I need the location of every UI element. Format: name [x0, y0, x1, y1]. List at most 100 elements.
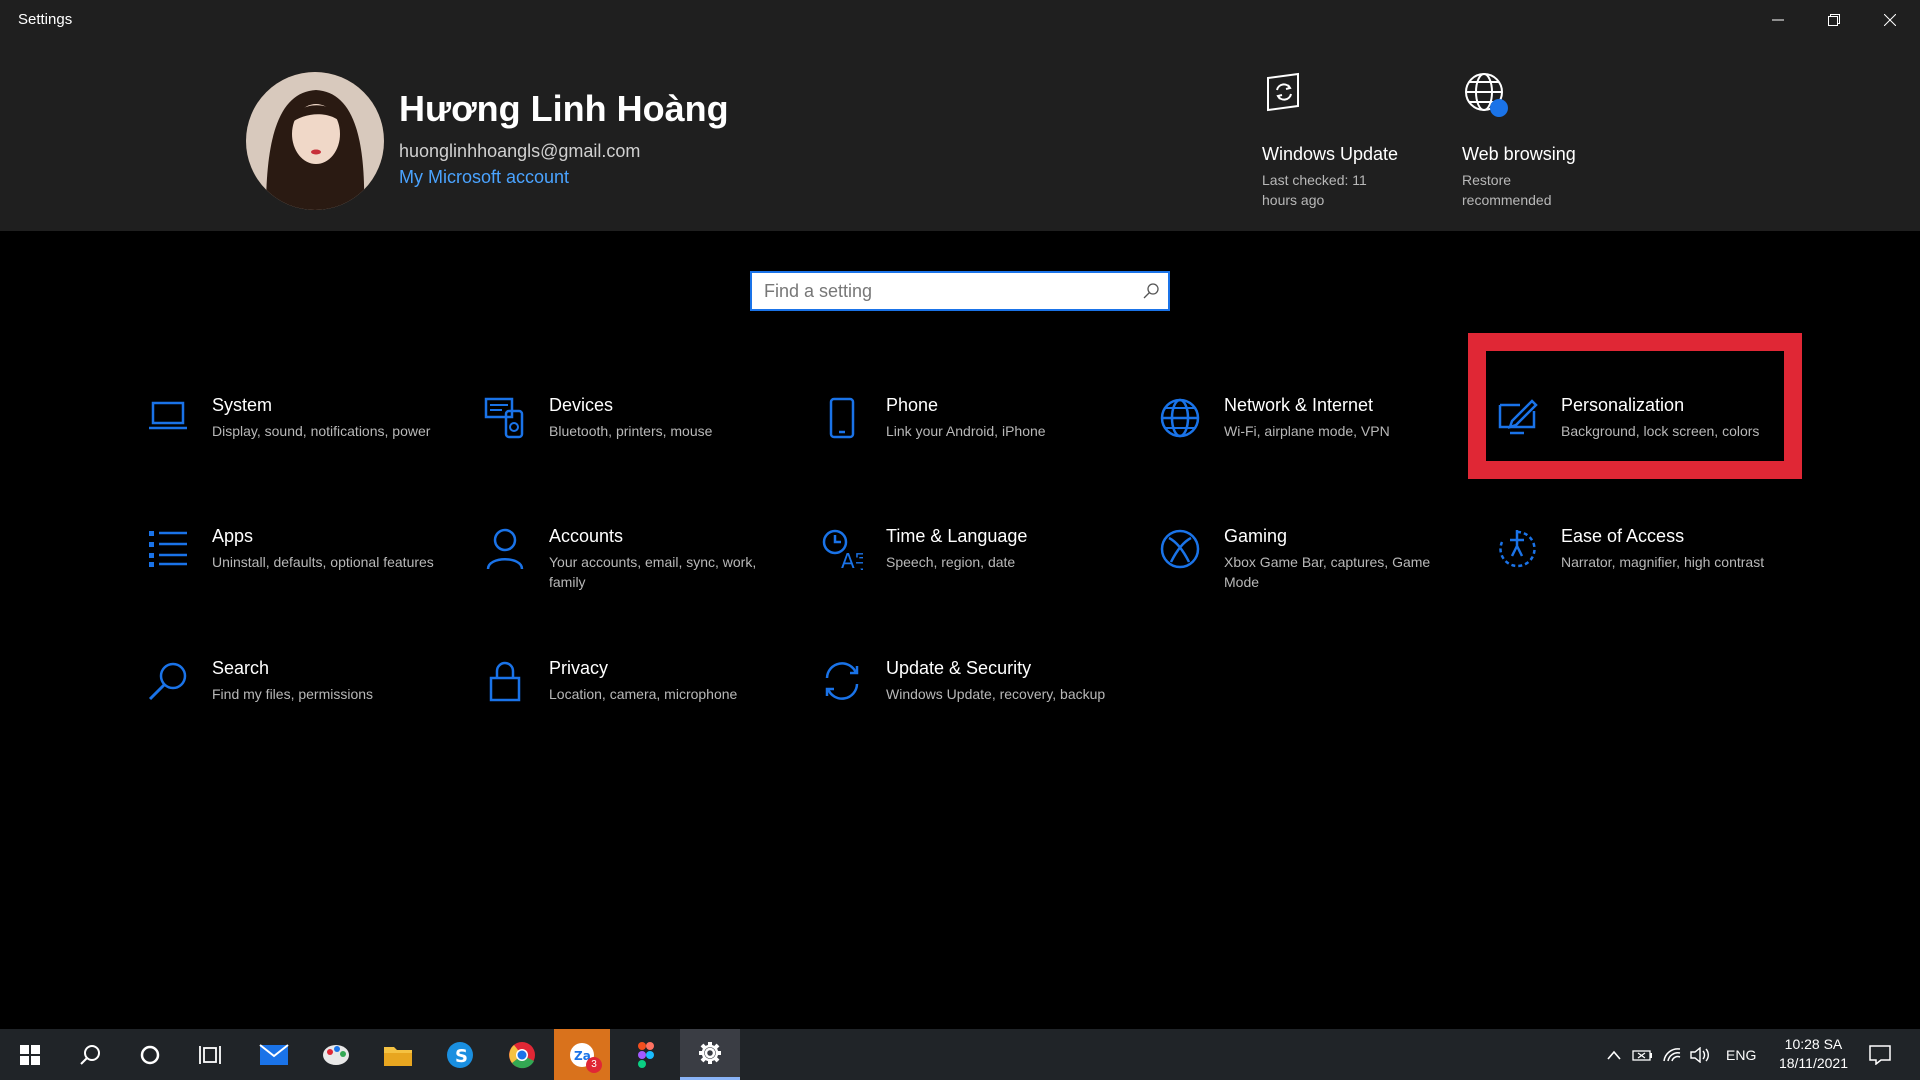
person-icon: [477, 526, 533, 582]
category-apps[interactable]: Apps Uninstall, defaults, optional featu…: [140, 526, 450, 606]
status-title: Web browsing: [1462, 144, 1576, 164]
window-title: Settings: [18, 11, 73, 28]
category-title: Accounts: [549, 526, 624, 546]
category-description: Bluetooth, printers, mouse: [549, 423, 713, 439]
battery-icon[interactable]: [1628, 1048, 1658, 1062]
search-icon: [1142, 282, 1160, 305]
category-network-internet[interactable]: Network & Internet Wi-Fi, airplane mode,…: [1152, 395, 1462, 475]
category-title: Search: [212, 658, 270, 678]
web-browsing-icon: [1465, 73, 1508, 117]
category-description: Display, sound, notifications, power: [212, 423, 431, 439]
close-icon: [1884, 14, 1896, 26]
category-description: Windows Update, recovery, backup: [886, 686, 1106, 702]
category-title: Time & Language: [886, 526, 1028, 546]
task-view-icon[interactable]: [182, 1029, 238, 1080]
category-title: Update & Security: [886, 658, 1032, 678]
wifi-icon[interactable]: [1658, 1047, 1686, 1063]
minimize-button[interactable]: [1750, 0, 1806, 40]
zalo-icon[interactable]: Za 3: [554, 1029, 610, 1080]
status-subtitle: Restore recommended: [1462, 172, 1552, 208]
chevron-up-icon[interactable]: [1600, 1050, 1628, 1060]
devices-icon: [477, 395, 533, 451]
clock-date: 18/11/2021: [1778, 1055, 1848, 1071]
user-email: huonglinhhoangls@gmail.com: [399, 141, 641, 161]
category-gaming[interactable]: Gaming Xbox Game Bar, captures, Game Mod…: [1152, 526, 1462, 606]
web-browsing-status[interactable]: Web browsing Restore recommended: [1462, 70, 1602, 210]
phone-icon: [814, 395, 870, 451]
search-icon: [140, 658, 196, 714]
ease-of-access-icon: [1489, 526, 1545, 582]
chrome-icon[interactable]: [494, 1029, 550, 1080]
title-bar: Settings: [0, 0, 1920, 40]
category-description: Speech, region, date: [886, 554, 1016, 570]
category-accounts[interactable]: Accounts Your accounts, email, sync, wor…: [477, 526, 787, 606]
volume-icon[interactable]: [1686, 1046, 1714, 1063]
sync-icon: [814, 658, 870, 714]
globe-icon: [1152, 395, 1208, 451]
account-header: Hương Linh Hoàng huonglinhhoangls@gmail.…: [0, 40, 1920, 231]
category-update-security[interactable]: Update & Security Windows Update, recove…: [814, 658, 1124, 738]
windows-update-status[interactable]: Windows Update Last checked: 11 hours ag…: [1262, 70, 1402, 210]
settings-gear-icon[interactable]: [680, 1029, 740, 1080]
category-title: Gaming: [1224, 526, 1288, 546]
restore-button[interactable]: [1806, 0, 1862, 40]
category-ease-of-access[interactable]: Ease of Access Narrator, magnifier, high…: [1489, 526, 1799, 606]
language-indicator[interactable]: ENG: [1726, 1047, 1756, 1063]
category-devices[interactable]: Devices Bluetooth, printers, mouse: [477, 395, 787, 475]
settings-search-box[interactable]: [750, 271, 1170, 311]
category-description: Uninstall, defaults, optional features: [212, 554, 434, 570]
category-time-language[interactable]: A字 Time & Language Speech, region, date: [814, 526, 1124, 606]
category-description: Wi-Fi, airplane mode, VPN: [1224, 423, 1390, 439]
category-description: Xbox Game Bar, captures, Game Mode: [1224, 554, 1431, 590]
laptop-icon: [140, 395, 196, 451]
category-description: Find my files, permissions: [212, 686, 374, 702]
apps-list-icon: [140, 526, 196, 582]
category-system[interactable]: System Display, sound, notifications, po…: [140, 395, 450, 475]
windows-update-icon: [1267, 72, 1299, 112]
category-title: System: [212, 395, 273, 415]
category-description: Location, camera, microphone: [549, 686, 738, 702]
category-phone[interactable]: Phone Link your Android, iPhone: [814, 395, 1124, 475]
mail-icon[interactable]: [246, 1029, 302, 1080]
cortana-icon[interactable]: [122, 1029, 178, 1080]
paint-icon[interactable]: [308, 1029, 364, 1080]
time-language-icon: A字: [814, 526, 870, 582]
xbox-icon: [1152, 526, 1208, 582]
settings-window: Settings Hương Linh Hoàng huonglinhhoang…: [0, 0, 1920, 1029]
category-title: Network & Internet: [1224, 395, 1374, 415]
profile-photo: [246, 72, 384, 210]
file-explorer-icon[interactable]: [370, 1029, 426, 1080]
skype-icon[interactable]: S: [432, 1029, 488, 1080]
notification-badge: 3: [586, 1057, 602, 1073]
category-title: Privacy: [549, 658, 609, 678]
status-title: Windows Update: [1262, 144, 1399, 164]
category-title: Apps: [212, 526, 254, 546]
notification-center-icon[interactable]: [1852, 1029, 1908, 1080]
lock-icon: [477, 658, 533, 714]
category-title: Ease of Access: [1561, 526, 1685, 546]
category-privacy[interactable]: Privacy Location, camera, microphone: [477, 658, 787, 738]
category-title: Devices: [549, 395, 614, 415]
category-description: Narrator, magnifier, high contrast: [1561, 554, 1765, 570]
category-search[interactable]: Search Find my files, permissions: [140, 658, 450, 738]
search-icon[interactable]: [62, 1029, 118, 1080]
microsoft-account-link[interactable]: My Microsoft account: [399, 167, 569, 188]
restore-icon: [1828, 14, 1840, 26]
start-icon[interactable]: [2, 1029, 58, 1080]
figma-icon[interactable]: [618, 1029, 674, 1080]
avatar[interactable]: [246, 72, 384, 210]
category-title: Phone: [886, 395, 939, 415]
category-description: Link your Android, iPhone: [886, 423, 1046, 439]
highlight-box: [1468, 333, 1802, 479]
status-subtitle: Last checked: 11 hours ago: [1262, 172, 1367, 208]
clock[interactable]: 10:28 SA 18/11/2021: [1779, 1035, 1848, 1073]
search-input[interactable]: [752, 273, 1122, 309]
minimize-icon: [1772, 19, 1784, 21]
clock-time: 10:28 SA: [1784, 1036, 1843, 1052]
system-tray: ENG: [1600, 1029, 1756, 1080]
taskbar: S Za 3 ENG 10:28 SA 18/11/2021: [0, 1029, 1920, 1080]
category-description: Your accounts, email, sync, work, family: [549, 554, 757, 590]
svg-text:S: S: [455, 1046, 468, 1067]
user-name: Hương Linh Hoàng: [399, 88, 729, 129]
close-button[interactable]: [1862, 0, 1918, 40]
